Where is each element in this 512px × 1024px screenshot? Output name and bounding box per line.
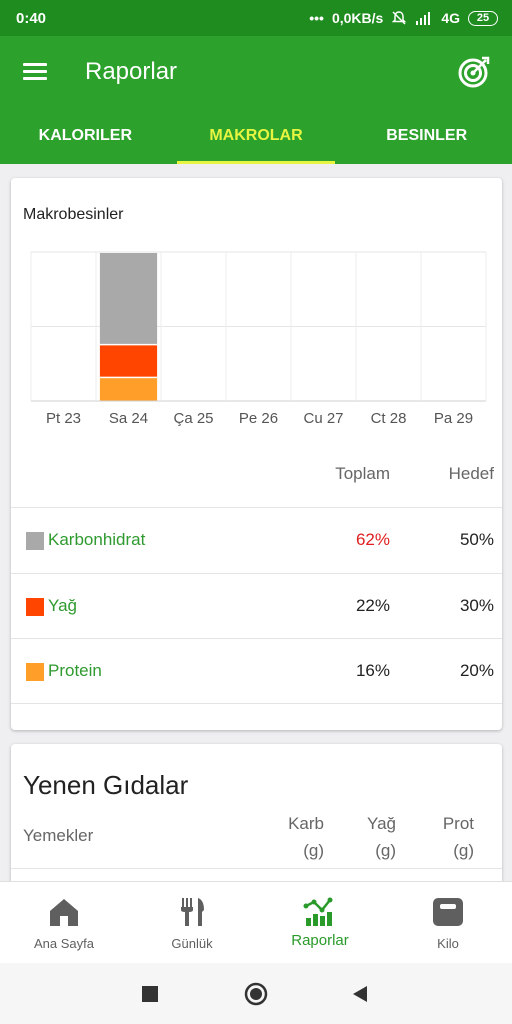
chart-x-label: Ct 28 [371,410,407,427]
macros-card: Makrobesinler Pt 23 Sa 24 Ça 25 Pe 26 Cu 27 C… [11,178,502,730]
col-carb-unit: (g) [303,841,324,860]
nav-weight-label: Kilo [437,936,459,951]
macro-total: 62% [355,530,390,549]
battery-level: 25 [476,12,490,24]
macros-header: Toplam Hedef [11,464,502,504]
chart-x-label: Ça 25 [173,410,213,427]
status-indicators: ••• 0,0KB/s 4G 25 [309,10,498,26]
tab-besinler[interactable]: BESINLER [341,108,512,164]
network-speed: 0,0KB/s [331,10,384,26]
tab-bar: KALORILER MAKROLAR BESINLER [0,108,512,164]
col-prot-label: Prot [442,814,474,833]
tab-makrolar[interactable]: MAKROLAR [171,108,342,164]
macro-total: 16% [355,661,390,680]
macros-title: Makrobesinler [23,206,124,223]
page-title: Raporlar [85,58,178,85]
circle-icon [244,982,268,1005]
foods-divider [11,868,502,869]
bottom-nav: Ana Sayfa Günlük Raporlar Kilo [0,881,512,963]
nav-diary[interactable]: Günlük [128,882,256,963]
home-icon [50,899,78,926]
foods-title: Yenen Gıdalar [23,770,189,800]
chart-x-label: Sa 24 [109,410,148,427]
chart-x-label: Pt 23 [46,410,81,427]
header-goal: Hedef [448,464,494,483]
chart-bar-protein [99,378,158,401]
network-type: 4G [441,10,460,26]
col-fat-unit: (g) [375,841,396,860]
status-bar: 0:40 ••• 0,0KB/s 4G 25 [0,0,512,36]
chart-x-label: Cu 27 [303,410,343,427]
col-meals: Yemekler [23,826,94,845]
tab-kaloriler[interactable]: KALORILER [0,108,171,164]
nav-reports[interactable]: Raporlar [256,882,384,963]
macro-row-carb[interactable]: Karbonhidrat 62% 50% [11,507,502,572]
macros-chart: Pt 23 Sa 24 Ça 25 Pe 26 Cu 27 Ct 28 Pa 29 [30,251,487,427]
macro-goal: 20% [459,661,494,680]
nav-diary-label: Günlük [171,936,213,951]
chart-bar-yağ [99,345,158,377]
system-nav-bar [0,963,512,1024]
nav-reports-label: Raporlar [291,932,349,949]
nav-home-label: Ana Sayfa [34,936,94,951]
macro-row-protein[interactable]: Protein 16% 20% [11,638,502,703]
macro-name: Karbonhidrat [48,530,146,549]
macro-goal: 30% [459,596,494,615]
col-prot-unit: (g) [453,841,474,860]
col-carb: Karb (g) [288,810,324,864]
macro-name: Protein [48,661,102,680]
status-time: 0:40 [16,9,47,27]
signal-icon [416,12,431,25]
hamburger-menu-icon[interactable] [23,63,47,81]
bell-muted-icon [392,11,407,25]
chart-icon [303,897,333,926]
nav-home[interactable]: Ana Sayfa [0,882,128,963]
scale-icon [433,898,463,926]
triangle-back-icon [353,985,367,1002]
square-icon [142,985,158,1002]
col-carb-label: Karb [288,814,324,833]
battery-icon: 25 [468,10,498,26]
col-fat-label: Yağ [367,814,396,833]
chart-x-label: Pe 26 [239,410,278,427]
back-button[interactable] [330,963,390,1024]
recents-button[interactable] [120,963,180,1024]
home-button[interactable] [226,963,286,1024]
chart-x-label: Pa 29 [434,410,473,427]
macro-row-divider [11,703,502,730]
col-fat: Yağ (g) [367,810,396,864]
header-total: Toplam [335,464,390,483]
notification-dots-icon: ••• [309,10,324,26]
macro-row-fat[interactable]: Yağ 22% 30% [11,573,502,638]
fat-swatch [26,598,44,616]
col-prot: Prot (g) [443,810,474,864]
macro-name: Yağ [48,596,77,615]
nav-weight[interactable]: Kilo [384,882,512,963]
macro-total: 22% [355,596,390,615]
protein-swatch [26,663,44,681]
macro-goal: 50% [459,530,494,549]
fork-knife-icon [181,898,204,926]
chart-bar-karbonhidrat [99,253,158,344]
target-icon[interactable] [456,54,492,90]
carb-swatch [26,532,44,550]
app-bar: Raporlar [0,36,512,108]
